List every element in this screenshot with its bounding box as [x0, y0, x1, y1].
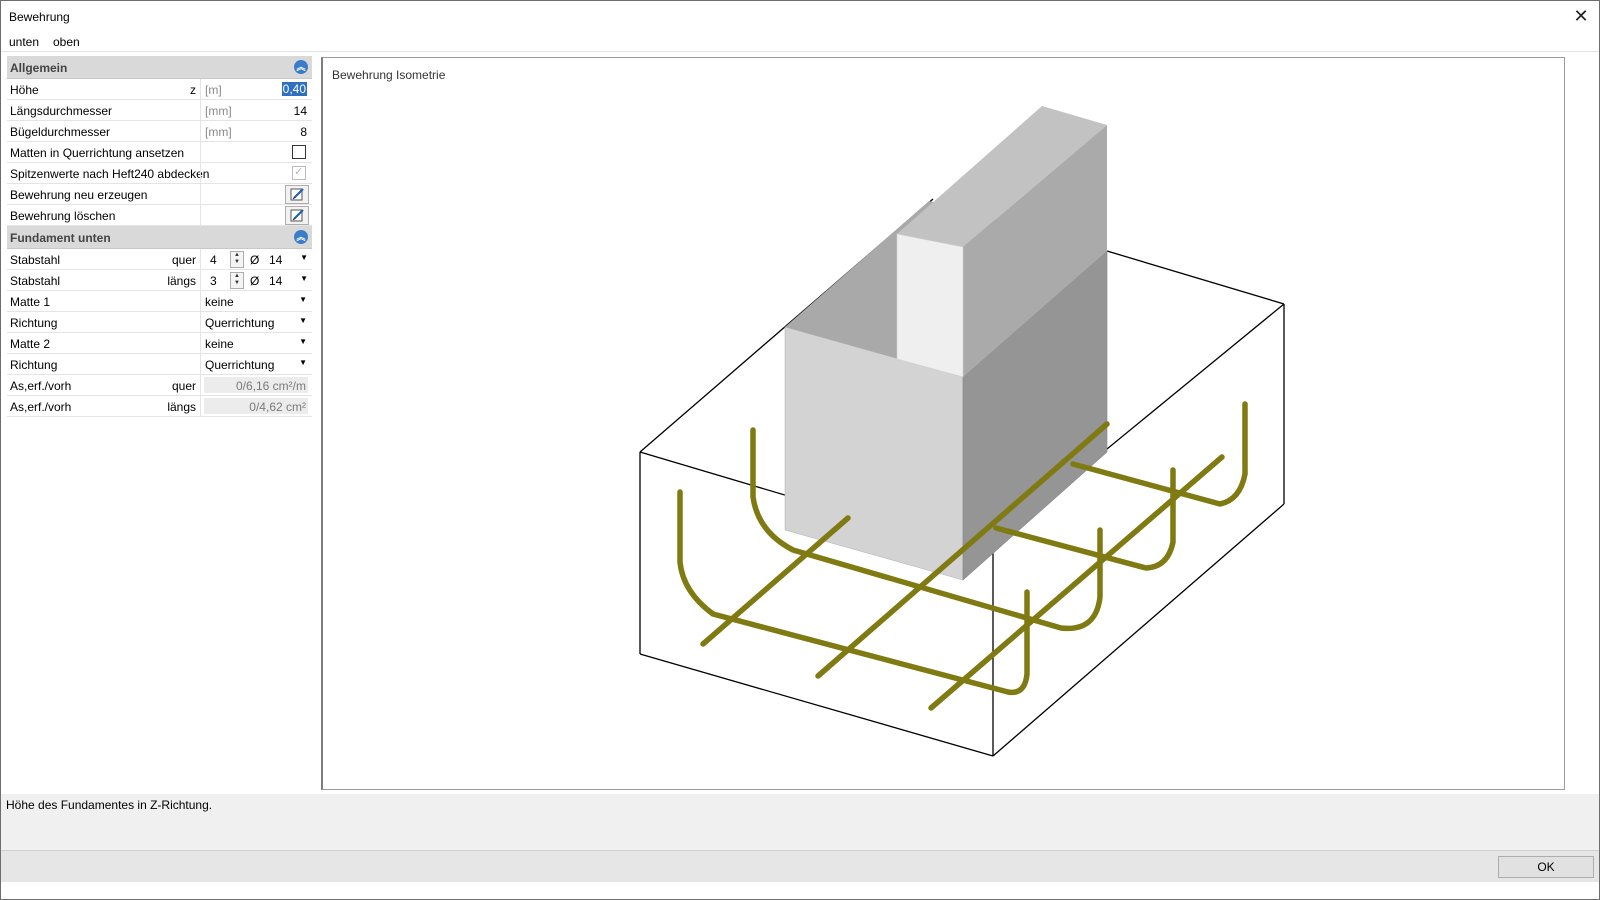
bar-diameter-select[interactable]: 14 — [269, 253, 282, 267]
row-label: Bewehrung löschen — [10, 209, 116, 223]
axis-label: z — [190, 83, 196, 97]
row-label: Richtung — [10, 358, 58, 372]
row-label: As,erf./vorh — [10, 379, 72, 393]
bar-count-input[interactable]: 4 — [210, 253, 217, 267]
bar-diameter-select[interactable]: 14 — [269, 274, 282, 288]
row-label: Bügeldurchmesser — [10, 125, 111, 139]
mat1-select[interactable]: keine ▼ — [202, 291, 311, 311]
direction-label: längs — [167, 400, 196, 414]
chevron-down-icon: ▼ — [299, 316, 307, 325]
edit-icon — [290, 188, 304, 201]
stirrup-diameter-input[interactable]: 8 — [300, 125, 307, 139]
group-title: Fundament unten — [10, 231, 111, 245]
row-label: Längsdurchmesser — [10, 104, 113, 118]
row-bar-longitudinal: Stabstahl längs 3 ▲ ▼ Ø 14 ▼ — [7, 270, 312, 291]
ok-button[interactable]: OK — [1498, 856, 1594, 878]
group-header-allgemein[interactable]: Allgemein ︽ — [7, 56, 312, 79]
unit-label: [m] — [205, 83, 222, 97]
dir2-select[interactable]: Querrichtung ▼ — [202, 354, 311, 374]
row-label: Stabstahl — [10, 253, 61, 267]
wall-block — [784, 106, 1108, 581]
row-stirrup-diameter: Bügeldurchmesser [mm] 8 — [7, 121, 312, 142]
long-diameter-input[interactable]: 14 — [294, 104, 307, 118]
row-long-diameter: Längsdurchmesser [mm] 14 — [7, 100, 312, 121]
select-value: Querrichtung — [205, 316, 275, 330]
bar-count-spinner[interactable]: ▲ ▼ — [230, 251, 244, 268]
mat2-select[interactable]: keine ▼ — [202, 333, 311, 353]
row-delete: Bewehrung löschen — [7, 205, 312, 226]
chevron-down-icon: ▼ — [299, 358, 307, 367]
height-input[interactable]: 0,40 — [281, 82, 307, 96]
diameter-symbol: Ø — [250, 274, 260, 288]
row-label: As,erf./vorh — [10, 400, 72, 414]
window-title: Bewehrung — [9, 10, 70, 24]
row-mat1: Matte 1 keine ▼ — [7, 291, 312, 312]
direction-label: quer — [171, 253, 196, 267]
group-title: Allgemein — [10, 61, 68, 75]
row-mats-transverse: Matten in Querrichtung ansetzen — [7, 142, 312, 163]
collapse-icon[interactable]: ︽ — [294, 230, 308, 244]
edit-icon — [290, 209, 304, 222]
row-label: Spitzenwerte nach Heft240 abdecken — [10, 167, 210, 181]
as-laengs-value: 0/4,62 cm² — [204, 398, 308, 414]
chevron-down-icon: ▼ — [299, 337, 307, 346]
menu-divider — [1, 51, 1599, 52]
collapse-icon[interactable]: ︽ — [294, 60, 308, 74]
as-quer-value: 0/6,16 cm²/m — [204, 377, 308, 393]
select-value: keine — [205, 295, 234, 309]
group-header-fundament-unten[interactable]: Fundament unten ︽ — [7, 226, 312, 249]
isometric-drawing[interactable] — [323, 58, 1564, 789]
row-bar-transverse: Stabstahl quer 4 ▲ ▼ Ø 14 ▼ — [7, 249, 312, 270]
dialog-window: Bewehrung ✕ unten oben Allgemein ︽ Höhe … — [0, 0, 1600, 900]
direction-label: längs — [167, 274, 196, 288]
mats-transverse-checkbox[interactable] — [292, 145, 306, 159]
row-peak-values: Spitzenwerte nach Heft240 abdecken — [7, 163, 312, 184]
row-label: Matte 1 — [10, 295, 51, 309]
regenerate-button[interactable] — [285, 185, 309, 204]
unit-label: [mm] — [205, 125, 232, 139]
row-dir2: Richtung Querrichtung ▼ — [7, 354, 312, 375]
row-label: Stabstahl — [10, 274, 61, 288]
bar-count-input[interactable]: 3 — [210, 274, 217, 288]
tab-oben[interactable]: oben — [53, 35, 80, 49]
tab-unten[interactable]: unten — [9, 35, 39, 49]
status-bar: Höhe des Fundamentes in Z-Richtung. — [1, 794, 1599, 850]
row-mat2: Matte 2 keine ▼ — [7, 333, 312, 354]
unit-label: [mm] — [205, 104, 232, 118]
bar-count-spinner[interactable]: ▲ ▼ — [230, 272, 244, 289]
chevron-down-icon: ▼ — [299, 295, 307, 304]
select-value: Querrichtung — [205, 358, 275, 372]
row-as-laengs: As,erf./vorh längs 0/4,62 cm² — [7, 396, 312, 417]
row-label: Richtung — [10, 316, 58, 330]
chevron-down-icon[interactable]: ▼ — [300, 274, 308, 283]
row-label: Höhe — [10, 83, 39, 97]
row-label: Bewehrung neu erzeugen — [10, 188, 148, 202]
row-as-quer: As,erf./vorh quer 0/6,16 cm²/m — [7, 375, 312, 396]
row-regenerate: Bewehrung neu erzeugen — [7, 184, 312, 205]
row-label: Matten in Querrichtung ansetzen — [10, 146, 185, 160]
close-icon: ✕ — [1573, 5, 1589, 26]
dir1-select[interactable]: Querrichtung ▼ — [202, 312, 311, 332]
isometric-viewport[interactable]: Bewehrung Isometrie — [321, 57, 1565, 790]
delete-button[interactable] — [285, 206, 309, 225]
row-dir1: Richtung Querrichtung ▼ — [7, 312, 312, 333]
chevron-down-icon[interactable]: ▼ — [300, 253, 308, 262]
select-value: keine — [205, 337, 234, 351]
title-bar: Bewehrung ✕ — [1, 1, 1599, 31]
row-label: Matte 2 — [10, 337, 51, 351]
property-panel: Allgemein ︽ Höhe z [m] 0,40 Längsdurchme… — [7, 56, 312, 417]
close-button[interactable]: ✕ — [1563, 1, 1599, 31]
peak-values-checkbox — [292, 165, 306, 180]
diameter-symbol: Ø — [250, 253, 260, 267]
row-height: Höhe z [m] 0,40 — [7, 79, 312, 100]
status-text: Höhe des Fundamentes in Z-Richtung. — [6, 798, 213, 812]
direction-label: quer — [171, 379, 196, 393]
menu-bar: unten oben — [1, 32, 1599, 50]
footer-bar: OK — [1, 850, 1599, 882]
